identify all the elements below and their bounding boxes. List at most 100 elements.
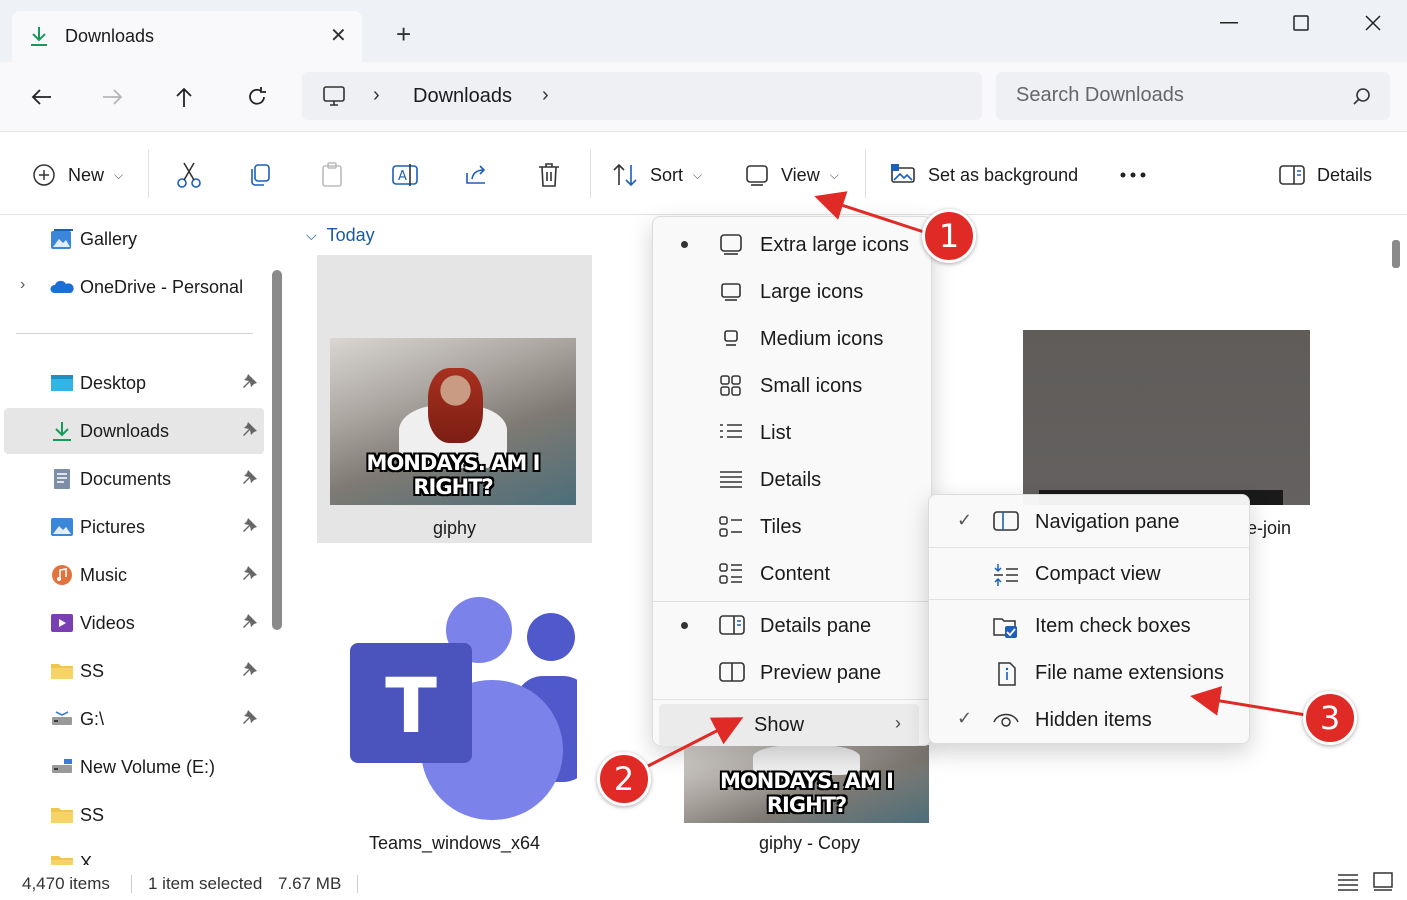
menu-item-hidden-items[interactable]: ✓ Hidden items <box>935 699 1243 741</box>
chevron-right-icon[interactable]: › <box>20 276 25 294</box>
rename-button[interactable]: A <box>392 160 418 190</box>
plus-circle-icon <box>33 164 55 186</box>
up-arrow-icon[interactable] <box>169 82 199 112</box>
large-icons-view-icon[interactable] <box>1373 872 1393 897</box>
nav-item-ss[interactable]: SS <box>4 648 264 694</box>
pin-icon[interactable] <box>242 517 258 538</box>
view-button[interactable]: View ⌵ <box>745 160 839 190</box>
file-name: giphy <box>432 518 477 538</box>
close-window-icon[interactable] <box>1358 12 1388 34</box>
menu-item-preview-pane[interactable]: Preview pane <box>659 652 925 694</box>
forward-arrow-icon[interactable] <box>98 82 128 112</box>
pin-icon[interactable] <box>242 373 258 394</box>
copy-button[interactable] <box>248 160 272 190</box>
sort-button[interactable]: Sort ⌵ <box>612 160 702 190</box>
chevron-right-icon[interactable]: › <box>542 84 549 107</box>
maximize-icon[interactable] <box>1286 12 1316 34</box>
more-options-button[interactable] <box>1120 160 1146 190</box>
menu-item-file-name-extensions[interactable]: File name extensions <box>935 652 1243 694</box>
nav-item-gallery[interactable]: Gallery <box>4 216 264 262</box>
group-header[interactable]: ⌵ Today <box>306 225 375 246</box>
menu-item-details-pane[interactable]: Details pane <box>659 605 925 647</box>
menu-item-show[interactable]: Show › <box>659 704 919 746</box>
set-as-background-button[interactable]: Set as background <box>890 160 1078 190</box>
share-button[interactable] <box>464 160 490 190</box>
menu-item-tiles[interactable]: Tiles <box>659 506 925 548</box>
chevron-right-icon[interactable]: › <box>373 84 380 107</box>
partial-file-name[interactable]: e-join <box>1247 518 1291 539</box>
nav-item-desktop[interactable]: Desktop <box>4 360 264 406</box>
scissors-icon <box>177 162 201 188</box>
paste-button[interactable] <box>320 160 344 190</box>
nav-scrollbar[interactable] <box>272 270 282 630</box>
cut-button[interactable] <box>176 160 202 190</box>
file-item-giphy-copy[interactable]: MONDAYS. AM I RIGHT? giphy - Copy <box>672 745 947 865</box>
menu-item-extra-large-icons[interactable]: Extra large icons <box>659 224 925 266</box>
nav-item-x[interactable]: X <box>4 840 264 865</box>
breadcrumb-downloads[interactable]: Downloads <box>413 85 512 108</box>
pin-icon[interactable] <box>242 709 258 730</box>
small-icons-icon <box>720 375 741 396</box>
pin-icon[interactable] <box>242 469 258 490</box>
item-count: 4,470 items <box>22 874 110 893</box>
nav-item-pictures[interactable]: Pictures <box>4 504 264 550</box>
address-bar[interactable]: › Downloads › <box>302 72 982 120</box>
file-item-giphy[interactable]: MONDAYS. AM I RIGHT? giphy <box>317 255 592 543</box>
pin-icon[interactable] <box>242 565 258 586</box>
nav-item-new-volume[interactable]: New Volume (E:) <box>4 744 264 790</box>
menu-item-compact-view[interactable]: Compact view <box>935 553 1243 595</box>
nav-item-documents[interactable]: Documents <box>4 456 264 502</box>
view-menu: Extra large icons Large icons Medium ico… <box>652 216 932 746</box>
new-button[interactable]: New ⌵ <box>32 160 123 190</box>
new-tab-icon[interactable]: + <box>396 20 411 48</box>
menu-item-large-icons[interactable]: Large icons <box>659 271 925 313</box>
search-icon[interactable] <box>1353 87 1371 105</box>
selected-bullet <box>681 241 688 248</box>
menu-item-item-check-boxes[interactable]: Item check boxes <box>935 605 1243 647</box>
pin-icon[interactable] <box>242 661 258 682</box>
search-input[interactable] <box>1016 84 1346 107</box>
minimize-icon[interactable] <box>1214 12 1244 34</box>
download-arrow-icon <box>31 27 47 46</box>
file-item-teams[interactable]: T Teams_windows_x64 <box>317 585 592 855</box>
menu-item-list[interactable]: List <box>659 412 925 454</box>
menu-item-medium-icons[interactable]: Medium icons <box>659 318 925 360</box>
nav-item-onedrive[interactable]: › OneDrive - Personal <box>4 264 264 310</box>
menu-item-navigation-pane[interactable]: ✓ Navigation pane <box>935 501 1243 543</box>
details-pane-button[interactable]: Details <box>1279 160 1372 190</box>
status-bar: 4,470 items 1 item selected 7.67 MB <box>0 865 1407 900</box>
copy-icon <box>251 164 270 186</box>
content-view-icon <box>719 563 742 584</box>
nav-item-downloads[interactable]: Downloads <box>4 408 264 454</box>
tab-downloads[interactable]: Downloads ✕ <box>12 11 362 63</box>
pin-icon[interactable] <box>242 613 258 634</box>
file-name: Teams_windows_x64 <box>368 833 541 853</box>
menu-item-details[interactable]: Details <box>659 459 925 501</box>
close-tab-icon[interactable]: ✕ <box>330 23 347 48</box>
content-scrollbar[interactable] <box>1392 240 1400 268</box>
chevron-down-icon: ⌵ <box>306 227 317 243</box>
drive-icon <box>52 711 72 725</box>
menu-item-content[interactable]: Content <box>659 553 925 595</box>
back-arrow-icon[interactable] <box>26 82 56 112</box>
divider <box>148 150 149 198</box>
menu-label: Compact view <box>1035 563 1161 585</box>
menu-label: Hidden items <box>1035 709 1152 731</box>
trash-icon <box>539 163 559 187</box>
nav-item-music[interactable]: Music <box>4 552 264 598</box>
refresh-icon[interactable] <box>242 82 272 112</box>
nav-item-ss[interactable]: SS <box>4 792 264 838</box>
videos-folder-icon <box>51 614 73 632</box>
pin-icon[interactable] <box>242 421 258 442</box>
search-box[interactable] <box>996 72 1390 120</box>
desktop-folder-icon <box>51 375 73 391</box>
delete-button[interactable] <box>537 160 561 190</box>
nav-label: Videos <box>80 613 135 633</box>
menu-item-small-icons[interactable]: Small icons <box>659 365 925 407</box>
nav-item-videos[interactable]: Videos <box>4 600 264 646</box>
menu-divider <box>653 699 931 700</box>
rename-icon: A <box>392 164 418 186</box>
chevron-down-icon: ⌵ <box>693 167 703 182</box>
details-view-icon[interactable] <box>1337 872 1359 897</box>
nav-item-g-drive[interactable]: G:\ <box>4 696 264 742</box>
